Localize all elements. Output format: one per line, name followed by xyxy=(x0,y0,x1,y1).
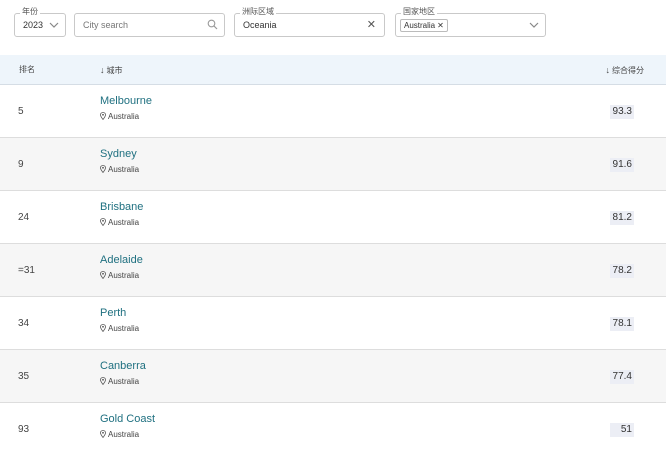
country-name: Australia xyxy=(108,165,140,174)
city-search-input[interactable]: City search xyxy=(74,13,225,37)
year-label: 年份 xyxy=(20,7,40,17)
region-value: Oceania xyxy=(243,20,277,30)
chevron-down-icon xyxy=(49,22,59,28)
score-cell: 77.4 xyxy=(610,370,634,384)
table-row[interactable]: 34 Perth Australia 78.1 xyxy=(0,297,666,350)
region-select[interactable]: 洲际区域 Oceania ✕ xyxy=(234,7,385,37)
country-name: Australia xyxy=(108,377,140,386)
city-link[interactable]: Brisbane xyxy=(100,201,143,214)
country-cell: Australia xyxy=(100,165,139,175)
rank-cell: 34 xyxy=(18,318,30,329)
rank-cell: 9 xyxy=(18,159,24,170)
rank-cell: =31 xyxy=(18,265,35,276)
location-pin-icon xyxy=(100,271,108,280)
header-score-label: 综合得分 xyxy=(612,66,644,75)
chevron-down-icon xyxy=(529,22,539,28)
table-row[interactable]: 9 Sydney Australia 91.6 xyxy=(0,138,666,191)
ranking-table: 排名 ↓ 城市 ↓ 综合得分 5 Melbourne Australia 93.3 9 Syd… xyxy=(0,55,666,453)
location-pin-icon xyxy=(100,377,108,386)
country-cell: Australia xyxy=(100,377,139,387)
country-cell: Australia xyxy=(100,324,139,334)
location-pin-icon xyxy=(100,112,108,121)
table-row[interactable]: 24 Brisbane Australia 81.2 xyxy=(0,191,666,244)
country-chip[interactable]: Australia ✕ xyxy=(400,19,448,32)
country-cell: Australia xyxy=(100,218,139,228)
country-cell: Australia xyxy=(100,271,139,281)
header-city-label: 城市 xyxy=(106,66,123,75)
city-link[interactable]: Perth xyxy=(100,307,126,320)
location-pin-icon xyxy=(100,430,108,439)
score-cell: 78.1 xyxy=(610,317,634,331)
country-name: Australia xyxy=(108,218,140,227)
country-name: Australia xyxy=(108,324,140,333)
score-cell: 91.6 xyxy=(610,158,634,172)
table-body: 5 Melbourne Australia 93.3 9 Sydney Australia 9… xyxy=(0,85,666,453)
score-cell: 81.2 xyxy=(610,211,634,225)
header-rank[interactable]: 排名 xyxy=(19,65,35,75)
country-label: 国家地区 xyxy=(401,7,437,17)
table-row[interactable]: =31 Adelaide Australia 78.2 xyxy=(0,244,666,297)
header-score[interactable]: ↓ 综合得分 xyxy=(606,65,645,76)
search-icon xyxy=(207,19,218,30)
header-city[interactable]: ↓ 城市 xyxy=(100,65,123,76)
sort-arrow-icon: ↓ xyxy=(100,65,105,75)
remove-chip-icon[interactable]: ✕ xyxy=(437,21,444,30)
city-link[interactable]: Adelaide xyxy=(100,254,143,267)
city-link[interactable]: Melbourne xyxy=(100,95,152,108)
filter-bar: 年份 2023 City search 洲际区域 Oceania ✕ 国家地区 … xyxy=(0,0,568,50)
region-label: 洲际区域 xyxy=(240,7,276,17)
score-cell: 78.2 xyxy=(610,264,634,278)
rank-cell: 5 xyxy=(18,106,24,117)
table-row[interactable]: 5 Melbourne Australia 93.3 xyxy=(0,85,666,138)
score-cell: 93.3 xyxy=(610,105,634,119)
country-chip-label: Australia xyxy=(404,21,436,30)
city-link[interactable]: Gold Coast xyxy=(100,413,155,426)
country-cell: Australia xyxy=(100,112,139,122)
year-select[interactable]: 年份 2023 xyxy=(14,7,66,37)
country-name: Australia xyxy=(108,271,140,280)
year-value: 2023 xyxy=(23,20,44,30)
table-row[interactable]: 35 Canberra Australia 77.4 xyxy=(0,350,666,403)
city-link[interactable]: Canberra xyxy=(100,360,146,373)
location-pin-icon xyxy=(100,218,108,227)
rank-cell: 93 xyxy=(18,424,30,435)
clear-icon[interactable]: ✕ xyxy=(367,18,376,32)
location-pin-icon xyxy=(100,165,108,174)
location-pin-icon xyxy=(100,324,108,333)
rank-cell: 35 xyxy=(18,371,30,382)
country-name: Australia xyxy=(108,112,140,121)
city-link[interactable]: Sydney xyxy=(100,148,137,161)
country-cell: Australia xyxy=(100,430,139,440)
rank-cell: 24 xyxy=(18,212,30,223)
table-header: 排名 ↓ 城市 ↓ 综合得分 xyxy=(0,55,666,85)
search-placeholder: City search xyxy=(83,20,129,30)
score-cell: 51 xyxy=(610,423,634,437)
country-select[interactable]: 国家地区 Australia ✕ xyxy=(395,7,546,37)
country-name: Australia xyxy=(108,430,140,439)
table-row[interactable]: 93 Gold Coast Australia 51 xyxy=(0,403,666,453)
sort-arrow-icon: ↓ xyxy=(605,65,611,75)
